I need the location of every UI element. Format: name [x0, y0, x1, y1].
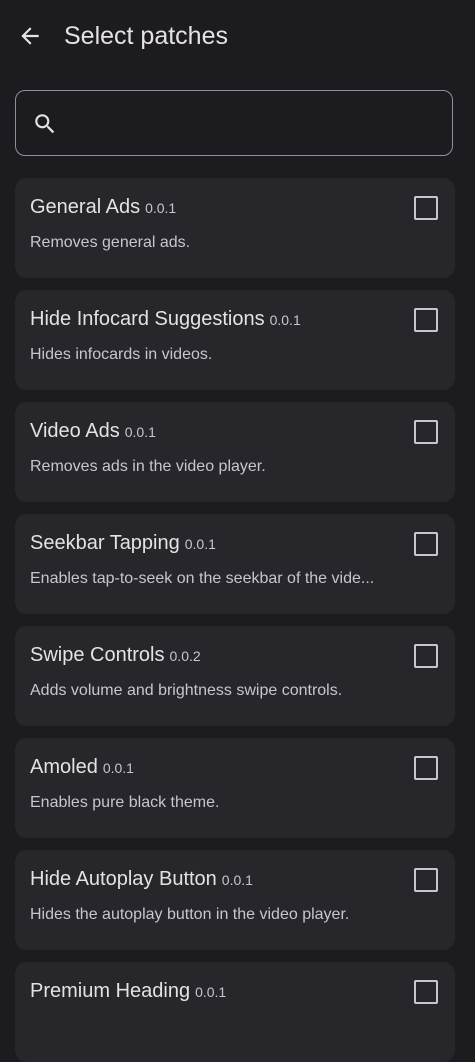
patch-card-hide-infocard-suggestions[interactable]: Hide Infocard Suggestions 0.0.1 Hides inf…: [15, 290, 455, 390]
patch-title-row: Amoled 0.0.1: [30, 756, 134, 779]
patch-version: 0.0.1: [269, 312, 301, 328]
patch-name: Hide Autoplay Button: [30, 868, 217, 890]
patch-checkbox[interactable]: [414, 756, 438, 780]
patch-version: 0.0.1: [184, 536, 216, 552]
patch-name: Premium Heading: [30, 980, 191, 1002]
patch-list: General Ads 0.0.1 Removes general ads. Hi…: [0, 0, 475, 1062]
patch-checkbox[interactable]: [414, 308, 438, 332]
patch-name: Hide Infocard Suggestions: [30, 308, 265, 330]
patch-version: 0.0.1: [102, 760, 134, 776]
patch-name: Seekbar Tapping: [30, 532, 180, 554]
patch-card-video-ads[interactable]: Video Ads 0.0.1 Removes ads in the video …: [15, 402, 455, 502]
patch-description: Removes ads in the video player.: [30, 458, 266, 475]
patch-description: Enables pure black theme.: [30, 794, 220, 811]
patch-name: Video Ads: [30, 420, 120, 442]
patch-description: Hides the autoplay button in the video p…: [30, 906, 350, 923]
patch-description: Adds volume and brightness swipe control…: [30, 682, 343, 699]
patch-title-row: General Ads 0.0.1: [30, 196, 176, 219]
patch-version: 0.0.1: [195, 984, 227, 1000]
patch-title-row: Seekbar Tapping 0.0.1: [30, 532, 216, 555]
patch-title-row: Video Ads 0.0.1: [30, 420, 156, 443]
patch-title-row: Hide Infocard Suggestions 0.0.1: [30, 308, 301, 331]
patch-card-swipe-controls[interactable]: Swipe Controls 0.0.2 Adds volume and brig…: [15, 626, 455, 726]
patch-name: General Ads: [30, 196, 141, 218]
patch-name: Swipe Controls: [30, 644, 165, 666]
patch-checkbox[interactable]: [414, 980, 438, 1004]
patch-description: Hides infocards in videos.: [30, 346, 213, 363]
patch-checkbox[interactable]: [414, 196, 438, 220]
patch-card-seekbar-tapping[interactable]: Seekbar Tapping 0.0.1 Enables tap-to-seek…: [15, 514, 455, 614]
patch-checkbox[interactable]: [414, 868, 438, 892]
patch-version: 0.0.1: [145, 200, 177, 216]
patch-description: Enables tap-to-seek on the seekbar of th…: [30, 570, 375, 587]
patch-card-amoled[interactable]: Amoled 0.0.1 Enables pure black theme.: [15, 738, 455, 838]
patch-version: 0.0.2: [169, 648, 201, 664]
patch-name: Amoled: [30, 756, 98, 778]
patch-title-row: Swipe Controls 0.0.2: [30, 644, 201, 667]
patch-checkbox[interactable]: [414, 644, 438, 668]
patch-title-row: Hide Autoplay Button 0.0.1: [30, 868, 253, 891]
patch-version: 0.0.1: [124, 424, 156, 440]
patch-card-general-ads[interactable]: General Ads 0.0.1 Removes general ads.: [15, 178, 455, 278]
patch-version: 0.0.1: [221, 872, 253, 888]
patch-title-row: Premium Heading 0.0.1: [30, 980, 226, 1003]
patch-card-premium-heading[interactable]: Premium Heading 0.0.1: [15, 962, 455, 1062]
patch-description: Removes general ads.: [30, 234, 191, 251]
patch-checkbox[interactable]: [414, 532, 438, 556]
patch-checkbox[interactable]: [414, 420, 438, 444]
patch-card-hide-autoplay-button[interactable]: Hide Autoplay Button 0.0.1 Hides the auto…: [15, 850, 455, 950]
